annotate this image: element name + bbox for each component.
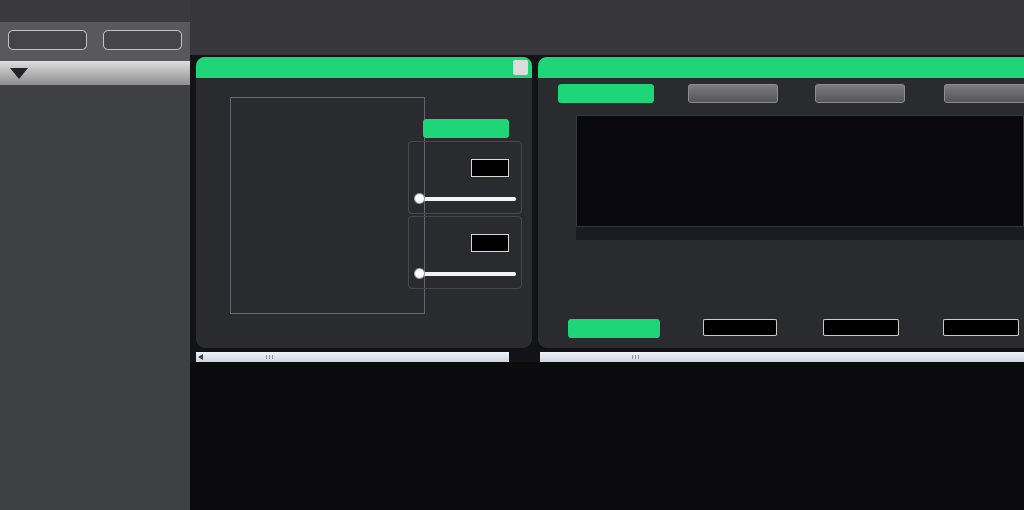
scroll-left-arrow-icon[interactable]	[198, 354, 203, 360]
noise-gate-window	[196, 57, 532, 348]
slider-track	[414, 272, 516, 276]
release-gate-group	[408, 216, 522, 289]
noise-gate-window-titlebar[interactable]	[196, 57, 532, 78]
device-list-title	[0, 0, 190, 22]
release-gate-slider[interactable]	[414, 267, 516, 281]
device-list-expander[interactable]	[0, 61, 190, 85]
eq-points-layer	[576, 115, 1024, 227]
scrollbar-grip[interactable]	[266, 354, 273, 360]
slider-track	[414, 197, 516, 201]
copy-button[interactable]	[815, 84, 905, 103]
scan-button[interactable]	[8, 30, 87, 50]
slider-thumb[interactable]	[414, 268, 425, 279]
noise-gate-power-button[interactable]	[423, 119, 509, 138]
eq-on-button[interactable]	[568, 319, 660, 338]
equalizer-h-scrollbar[interactable]	[540, 352, 1024, 362]
freq-field[interactable]	[823, 319, 899, 336]
eq-x-axis	[576, 227, 1024, 240]
type-dropdown[interactable]	[703, 319, 777, 336]
start-gate-value[interactable]	[471, 159, 509, 177]
close-icon[interactable]	[513, 60, 528, 75]
device-list-actions	[0, 22, 190, 61]
q-field[interactable]	[943, 319, 1019, 336]
paste-button[interactable]	[944, 84, 1024, 103]
app-root	[0, 0, 1024, 510]
device-list-panel	[0, 0, 190, 510]
release-gate-value[interactable]	[471, 234, 509, 252]
bypass-all-button[interactable]	[688, 84, 778, 103]
equalizer-window	[538, 57, 1024, 348]
collapse-triangle-icon	[10, 68, 28, 79]
start-gate-slider[interactable]	[414, 192, 516, 206]
noise-gate-h-scrollbar[interactable]	[196, 352, 509, 362]
equalizer-window-titlebar[interactable]	[538, 57, 1024, 78]
mixer-panel	[190, 362, 1024, 510]
start-gate-group	[408, 141, 522, 214]
scrollbar-grip[interactable]	[632, 354, 639, 360]
set-button[interactable]	[103, 30, 182, 50]
noise-gate-plot[interactable]	[230, 97, 425, 314]
toolbar	[190, 0, 1024, 55]
slider-thumb[interactable]	[414, 193, 425, 204]
show-control-point-button[interactable]	[558, 84, 654, 103]
